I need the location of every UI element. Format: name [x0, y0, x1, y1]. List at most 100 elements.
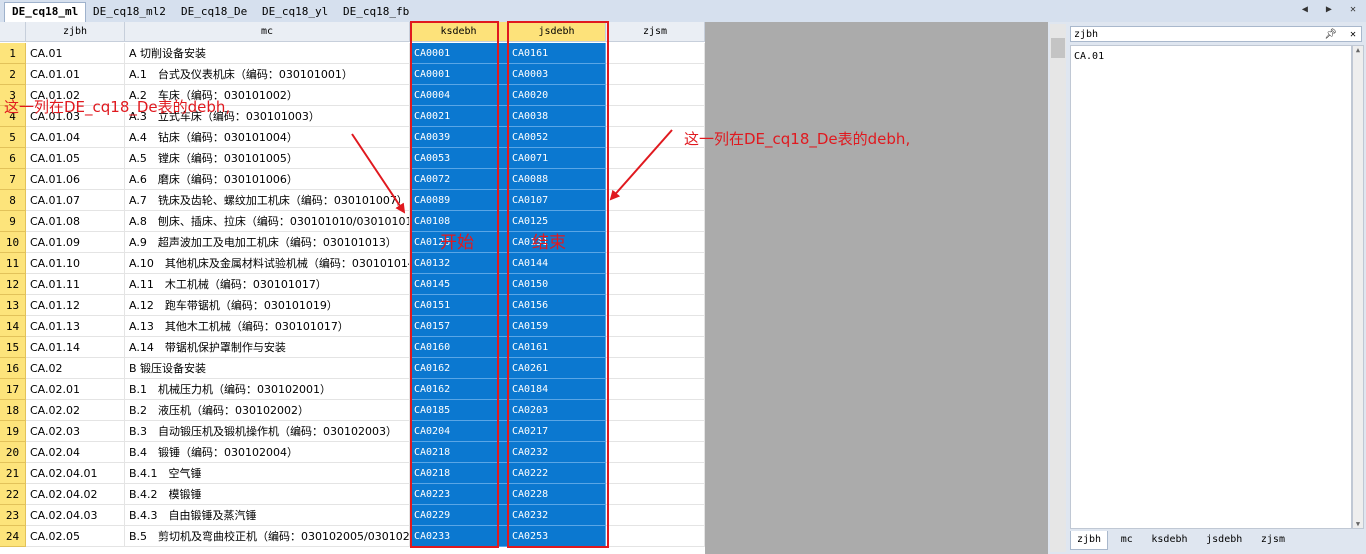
- cell-mc[interactable]: A.11 木工机械（编码：030101017）: [125, 274, 410, 295]
- column-header-mc[interactable]: mc: [125, 22, 410, 42]
- cell-ksdebh[interactable]: CA0218: [410, 442, 508, 463]
- cell-mc[interactable]: B.4.1 空气锤: [125, 463, 410, 484]
- cell-jsdebh[interactable]: CA0203: [508, 400, 606, 421]
- cell-ksdebh[interactable]: CA0001: [410, 43, 508, 64]
- row-header[interactable]: 20: [0, 442, 26, 463]
- row-header[interactable]: 10: [0, 232, 26, 253]
- cell-ksdebh[interactable]: CA0223: [410, 484, 508, 505]
- tab-de-cq18-ml2[interactable]: DE_cq18_ml2: [86, 3, 173, 21]
- cell-jsdebh[interactable]: CA0020: [508, 85, 606, 106]
- cell-zjbh[interactable]: CA.01.13: [26, 316, 125, 337]
- cell-ksdebh[interactable]: CA0162: [410, 379, 508, 400]
- cell-zjsm[interactable]: [606, 484, 705, 505]
- cell-zjsm[interactable]: [606, 421, 705, 442]
- cell-zjbh[interactable]: CA.01.07: [26, 190, 125, 211]
- cell-zjbh[interactable]: CA.02.04.03: [26, 505, 125, 526]
- cell-zjbh[interactable]: CA.02.04.01: [26, 463, 125, 484]
- row-header[interactable]: 2: [0, 64, 26, 85]
- cell-mc[interactable]: B.2 液压机（编码：030102002）: [125, 400, 410, 421]
- cell-ksdebh[interactable]: CA0204: [410, 421, 508, 442]
- cell-zjbh[interactable]: CA.02.01: [26, 379, 125, 400]
- cell-jsdebh[interactable]: CA0156: [508, 295, 606, 316]
- cell-mc[interactable]: A.1 台式及仪表机床（编码：030101001）: [125, 64, 410, 85]
- cell-jsdebh[interactable]: CA0038: [508, 106, 606, 127]
- cell-zjsm[interactable]: [606, 169, 705, 190]
- cell-jsdebh[interactable]: CA0107: [508, 190, 606, 211]
- row-header[interactable]: 12: [0, 274, 26, 295]
- cell-mc[interactable]: A.8 刨床、插床、拉床（编码：030101010/030101011）: [125, 211, 410, 232]
- cell-jsdebh[interactable]: CA0161: [508, 43, 606, 64]
- cell-zjsm[interactable]: [606, 316, 705, 337]
- pin-icon[interactable]: 📌︎: [1324, 27, 1337, 43]
- close-icon[interactable]: ✕: [1350, 27, 1356, 43]
- cell-zjbh[interactable]: CA.01.10: [26, 253, 125, 274]
- row-header[interactable]: 8: [0, 190, 26, 211]
- cell-jsdebh[interactable]: CA0217: [508, 421, 606, 442]
- scrollbar-thumb[interactable]: [1051, 38, 1065, 58]
- cell-jsdebh[interactable]: CA0184: [508, 379, 606, 400]
- row-header[interactable]: 15: [0, 337, 26, 358]
- cell-zjbh[interactable]: CA.02.02: [26, 400, 125, 421]
- cell-ksdebh[interactable]: CA0185: [410, 400, 508, 421]
- column-header-jsdebh[interactable]: jsdebh: [508, 22, 606, 42]
- cell-zjbh[interactable]: CA.02.04: [26, 442, 125, 463]
- grid-vertical-scrollbar[interactable]: [1050, 24, 1066, 552]
- row-header[interactable]: 6: [0, 148, 26, 169]
- cell-zjsm[interactable]: [606, 379, 705, 400]
- cell-jsdebh[interactable]: CA0222: [508, 463, 606, 484]
- cell-zjsm[interactable]: [606, 358, 705, 379]
- cell-mc[interactable]: B.3 自动锻压机及锻机操作机（编码：030102003）: [125, 421, 410, 442]
- panel-tab-zjbh[interactable]: zjbh: [1070, 531, 1109, 550]
- cell-zjbh[interactable]: CA.01.12: [26, 295, 125, 316]
- row-header[interactable]: 13: [0, 295, 26, 316]
- cell-ksdebh[interactable]: CA0001: [410, 64, 508, 85]
- cell-mc[interactable]: A.9 超声波加工及电加工机床（编码：030101013）: [125, 232, 410, 253]
- panel-tab-jsdebh[interactable]: jsdebh: [1200, 531, 1248, 549]
- cell-zjbh[interactable]: CA.02.03: [26, 421, 125, 442]
- cell-mc[interactable]: A.13 其他木工机械（编码：030101017）: [125, 316, 410, 337]
- cell-ksdebh[interactable]: CA0039: [410, 127, 508, 148]
- cell-zjbh[interactable]: CA.02: [26, 358, 125, 379]
- cell-ksdebh[interactable]: CA0218: [410, 463, 508, 484]
- panel-tab-zjsm[interactable]: zjsm: [1255, 531, 1291, 549]
- cell-jsdebh[interactable]: CA0228: [508, 484, 606, 505]
- cell-zjsm[interactable]: [606, 190, 705, 211]
- cell-ksdebh[interactable]: CA0132: [410, 253, 508, 274]
- cell-jsdebh[interactable]: CA0150: [508, 274, 606, 295]
- cell-mc[interactable]: A.14 带锯机保护罩制作与安装: [125, 337, 410, 358]
- cell-zjbh[interactable]: CA.01.09: [26, 232, 125, 253]
- cell-zjbh[interactable]: CA.01.06: [26, 169, 125, 190]
- row-header[interactable]: 19: [0, 421, 26, 442]
- cell-zjsm[interactable]: [606, 295, 705, 316]
- cell-zjbh[interactable]: CA.01.04: [26, 127, 125, 148]
- cell-jsdebh[interactable]: CA0052: [508, 127, 606, 148]
- cell-zjsm[interactable]: [606, 337, 705, 358]
- cell-mc[interactable]: A.10 其他机床及金属材料试验机械（编码：030101014）: [125, 253, 410, 274]
- cell-jsdebh[interactable]: CA0071: [508, 148, 606, 169]
- cell-mc[interactable]: B 锻压设备安装: [125, 358, 410, 379]
- cell-zjsm[interactable]: [606, 400, 705, 421]
- scroll-down-icon[interactable]: ▼: [1353, 520, 1363, 528]
- row-header[interactable]: 23: [0, 505, 26, 526]
- cell-zjsm[interactable]: [606, 148, 705, 169]
- tab-de-cq18-ml[interactable]: DE_cq18_ml: [4, 2, 87, 23]
- row-header[interactable]: 14: [0, 316, 26, 337]
- cell-ksdebh[interactable]: CA0151: [410, 295, 508, 316]
- cell-zjsm[interactable]: [606, 442, 705, 463]
- cell-jsdebh[interactable]: CA0088: [508, 169, 606, 190]
- row-header[interactable]: 17: [0, 379, 26, 400]
- cell-zjsm[interactable]: [606, 43, 705, 64]
- row-header[interactable]: 11: [0, 253, 26, 274]
- row-header[interactable]: 5: [0, 127, 26, 148]
- cell-mc[interactable]: A.4 钻床（编码：030101004）: [125, 127, 410, 148]
- panel-tab-mc[interactable]: mc: [1115, 531, 1139, 549]
- cell-ksdebh[interactable]: CA0233: [410, 526, 508, 547]
- corner-header[interactable]: [0, 22, 26, 42]
- cell-ksdebh[interactable]: CA0089: [410, 190, 508, 211]
- cell-jsdebh[interactable]: CA0232: [508, 505, 606, 526]
- cell-ksdebh[interactable]: CA0162: [410, 358, 508, 379]
- cell-jsdebh[interactable]: CA0232: [508, 442, 606, 463]
- cell-zjbh[interactable]: CA.02.04.02: [26, 484, 125, 505]
- cell-ksdebh[interactable]: CA0021: [410, 106, 508, 127]
- cell-zjsm[interactable]: [606, 505, 705, 526]
